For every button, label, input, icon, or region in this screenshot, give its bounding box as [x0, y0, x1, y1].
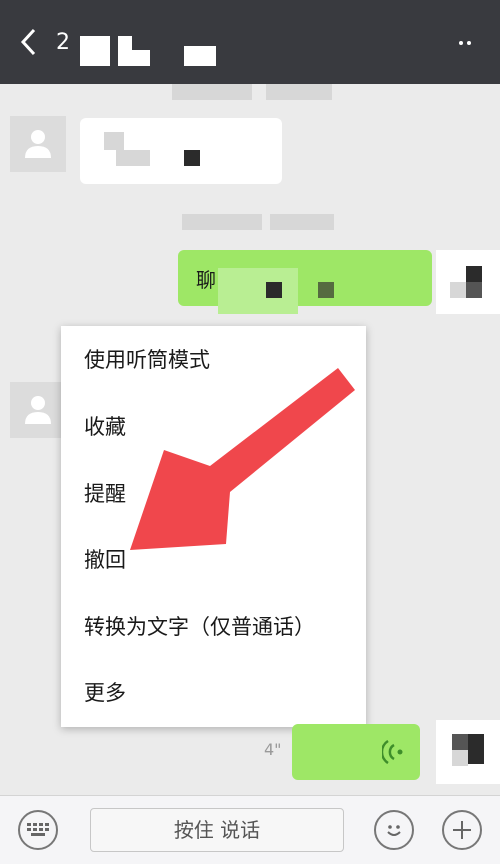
censored-avatar-block — [450, 282, 466, 298]
input-bar: 按住 说话 — [0, 795, 500, 864]
censored-timestamp — [182, 214, 262, 230]
voice-duration: 4" — [264, 740, 282, 759]
outgoing-message-text: 聊 — [196, 268, 216, 292]
censored-text-block — [318, 282, 334, 298]
annotation-arrow-icon — [130, 368, 355, 550]
censored-title-block — [130, 50, 150, 66]
outgoing-message-bubble[interactable]: 聊 — [178, 250, 432, 314]
voice-message-bubble[interactable] — [292, 724, 420, 780]
censored-avatar-block — [452, 734, 468, 750]
contact-avatar[interactable] — [10, 382, 66, 438]
voice-wave-icon — [382, 740, 403, 764]
censored-timestamp — [266, 84, 332, 100]
my-avatar[interactable] — [436, 250, 500, 314]
emoji-icon — [387, 825, 401, 836]
menu-item-convert-to-text[interactable]: 转换为文字（仅普通话） — [84, 607, 315, 647]
censored-text-block — [218, 268, 298, 314]
censored-avatar-block — [468, 734, 484, 764]
emoji-button[interactable] — [374, 810, 414, 850]
censored-title-block — [184, 46, 216, 66]
censored-avatar-block — [452, 750, 468, 766]
contact-avatar[interactable] — [10, 116, 66, 172]
top-bar: 2 — [0, 0, 500, 84]
censored-text-block — [104, 132, 124, 150]
more-dots-icon[interactable] — [458, 40, 472, 46]
hold-to-talk-button[interactable]: 按住 说话 — [90, 808, 344, 852]
keyboard-icon — [27, 823, 49, 836]
incoming-message-bubble[interactable] — [80, 118, 282, 184]
keyboard-toggle-button[interactable] — [18, 810, 58, 850]
censored-timestamp — [172, 84, 252, 100]
person-icon — [25, 130, 51, 158]
my-avatar[interactable] — [436, 720, 500, 784]
censored-text-block — [184, 150, 200, 166]
censored-text-block — [116, 150, 150, 166]
chevron-left-icon[interactable] — [18, 28, 40, 56]
censored-timestamp — [270, 214, 334, 230]
censored-avatar-block — [466, 282, 482, 298]
censored-avatar-block — [466, 266, 482, 282]
chat-title: 2 — [56, 30, 70, 55]
plus-icon — [453, 821, 471, 839]
more-functions-button[interactable] — [442, 810, 482, 850]
censored-title-block — [80, 36, 110, 66]
censored-text-block — [266, 282, 282, 298]
person-icon — [25, 396, 51, 424]
menu-item-more[interactable]: 更多 — [84, 673, 126, 713]
